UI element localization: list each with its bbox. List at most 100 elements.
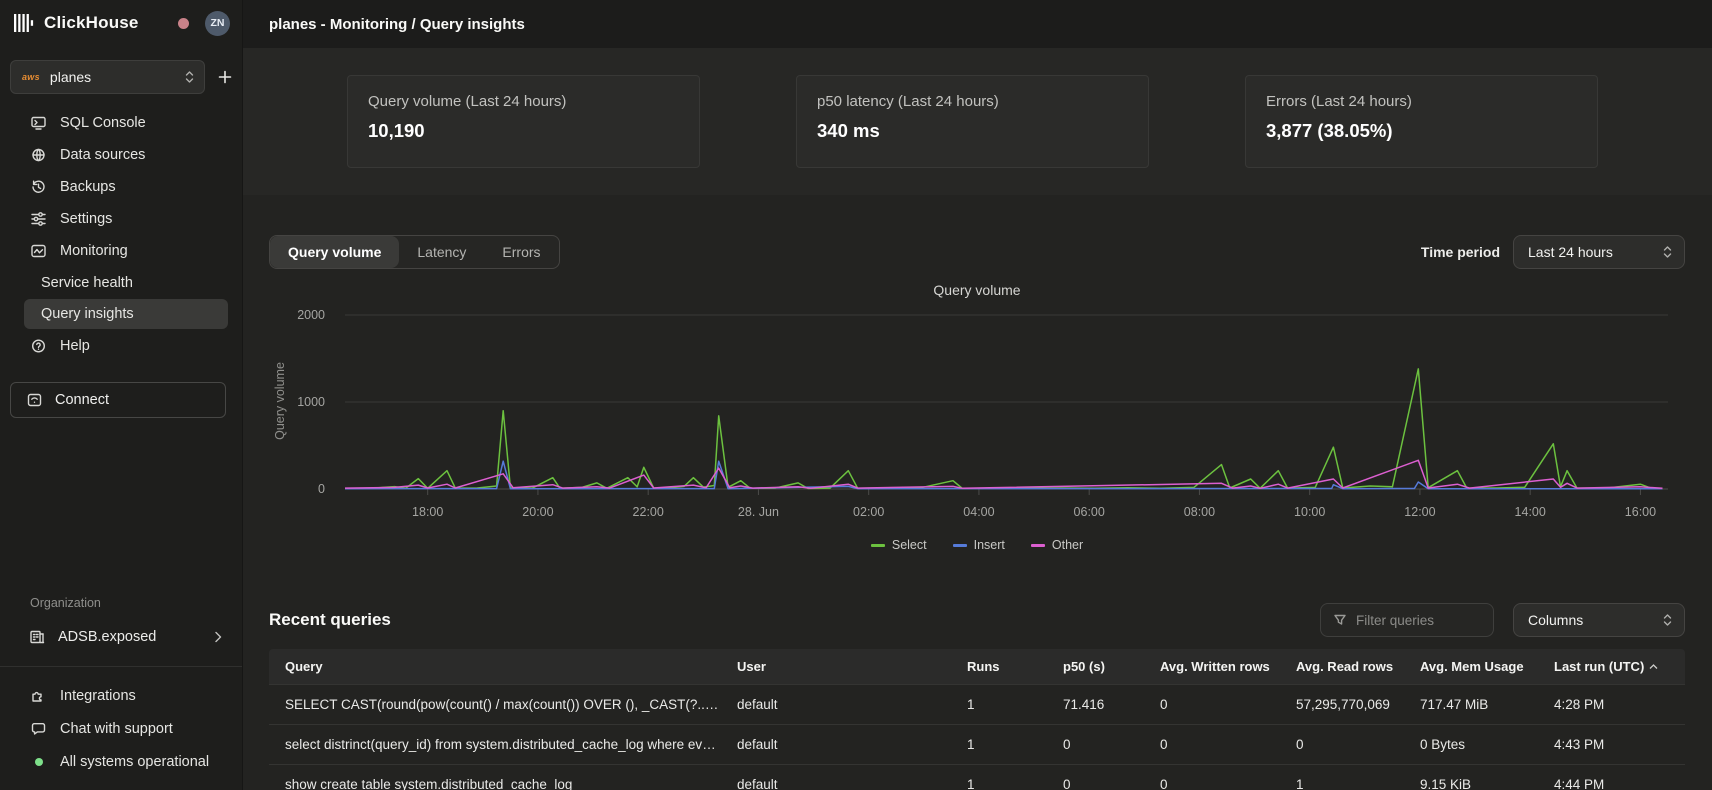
time-period-select[interactable]: Last 24 hours	[1513, 235, 1685, 269]
sidebar-item-sql-console[interactable]: SQL Console	[0, 107, 242, 139]
sidebar-item-label: Help	[60, 338, 90, 354]
column-header-label: Last run (UTC)	[1554, 659, 1644, 674]
system-status[interactable]: All systems operational	[0, 745, 242, 778]
cell-query: show create table system.distributed_cac…	[269, 777, 737, 790]
filter-funnel-icon	[1333, 613, 1347, 627]
add-service-button[interactable]	[218, 66, 232, 88]
legend-swatch	[871, 544, 885, 547]
clickhouse-logo-icon	[14, 14, 35, 32]
x-tick-label: 06:00	[1074, 505, 1105, 519]
y-axis-label: Query volume	[273, 346, 287, 456]
column-header-user[interactable]: User	[737, 659, 967, 674]
sidebar-item-backups[interactable]: Backups	[0, 171, 242, 203]
stat-value: 340 ms	[817, 120, 1128, 142]
column-header-label: Avg. Read rows	[1296, 659, 1393, 674]
brand-row: ClickHouse ZN	[0, 0, 242, 46]
organization-selector[interactable]: ADSB.exposed	[0, 620, 242, 654]
cell-last-run-utc-: 4:44 PM	[1554, 777, 1685, 790]
column-header-avg-read-rows[interactable]: Avg. Read rows	[1296, 659, 1420, 674]
cell-p50-s-: 0	[1063, 777, 1160, 790]
connect-icon	[26, 392, 43, 408]
footer-item-label: Integrations	[60, 688, 136, 704]
x-tick-label: 22:00	[633, 505, 664, 519]
x-tick-label: 14:00	[1515, 505, 1546, 519]
column-header-label: Runs	[967, 659, 1000, 674]
cell-runs: 1	[967, 697, 1063, 712]
stat-label: Query volume (Last 24 hours)	[368, 93, 679, 110]
cell-user: default	[737, 737, 967, 752]
stat-card-errors: Errors (Last 24 hours) 3,877 (38.05%)	[1245, 75, 1598, 168]
sidebar-item-query-insights[interactable]: Query insights	[24, 299, 228, 329]
cell-last-run-utc-: 4:28 PM	[1554, 697, 1685, 712]
help-icon	[30, 338, 47, 354]
x-tick-label: 04:00	[963, 505, 994, 519]
legend-swatch	[953, 544, 967, 547]
sidebar-item-chat-support[interactable]: Chat with support	[0, 712, 242, 745]
footer-item-label: Chat with support	[60, 721, 173, 737]
sidebar-item-settings[interactable]: Settings	[0, 203, 242, 235]
sidebar-item-label: Data sources	[60, 147, 145, 163]
sort-asc-icon	[1649, 664, 1658, 670]
chart-plot-area[interactable]: 01000200018:0020:0022:0028. Jun02:0004:0…	[269, 298, 1685, 530]
time-period-value: Last 24 hours	[1528, 244, 1613, 260]
filter-queries-input[interactable]	[1356, 613, 1476, 628]
columns-select[interactable]: Columns	[1513, 603, 1685, 637]
column-header-avg-written-rows[interactable]: Avg. Written rows	[1160, 659, 1296, 674]
sidebar-item-integrations[interactable]: Integrations	[0, 679, 242, 712]
service-selector[interactable]: aws planes	[10, 60, 205, 94]
x-tick-label: 10:00	[1294, 505, 1325, 519]
sidebar-item-monitoring[interactable]: Monitoring	[0, 235, 242, 267]
settings-sliders-icon	[30, 211, 47, 227]
series-line-select[interactable]	[345, 369, 1663, 489]
stat-label: p50 latency (Last 24 hours)	[817, 93, 1128, 110]
table-row[interactable]: SELECT CAST(round(pow(count() / max(coun…	[269, 684, 1685, 724]
brand-name: ClickHouse	[44, 13, 139, 33]
columns-value: Columns	[1528, 612, 1583, 628]
sidebar-nav: SQL Console Data sources Backups Setting…	[0, 107, 242, 362]
column-header-p50-s-[interactable]: p50 (s)	[1063, 659, 1160, 674]
organization-section-label: Organization	[0, 596, 242, 610]
column-header-query[interactable]: Query	[269, 659, 737, 674]
tab-latency[interactable]: Latency	[399, 236, 484, 268]
recent-queries-title: Recent queries	[269, 610, 391, 630]
tab-errors[interactable]: Errors	[484, 236, 558, 268]
stats-band: Query volume (Last 24 hours) 10,190 p50 …	[243, 48, 1712, 195]
legend-label: Select	[892, 538, 927, 552]
sidebar-item-label: Monitoring	[60, 243, 128, 259]
sidebar-item-help[interactable]: Help	[0, 330, 242, 362]
tab-query-volume[interactable]: Query volume	[270, 236, 399, 268]
legend-item-insert[interactable]: Insert	[953, 538, 1005, 552]
stat-label: Errors (Last 24 hours)	[1266, 93, 1577, 110]
sidebar-item-label: SQL Console	[60, 115, 146, 131]
stat-card-query-volume: Query volume (Last 24 hours) 10,190	[347, 75, 700, 168]
table-row[interactable]: show create table system.distributed_cac…	[269, 764, 1685, 790]
column-header-last-run-utc-[interactable]: Last run (UTC)	[1554, 659, 1685, 674]
avatar[interactable]: ZN	[205, 11, 230, 36]
filter-queries-box[interactable]	[1320, 603, 1494, 637]
legend-item-other[interactable]: Other	[1031, 538, 1083, 552]
cell-last-run-utc-: 4:43 PM	[1554, 737, 1685, 752]
integrations-puzzle-icon	[30, 688, 47, 704]
cell-query: select distrinct(query_id) from system.d…	[269, 737, 737, 752]
legend-item-select[interactable]: Select	[871, 538, 927, 552]
cell-runs: 1	[967, 737, 1063, 752]
column-header-avg-mem-usage[interactable]: Avg. Mem Usage	[1420, 659, 1554, 674]
chevron-updown-icon	[1663, 613, 1672, 627]
sidebar-item-data-sources[interactable]: Data sources	[0, 139, 242, 171]
connect-button[interactable]: Connect	[10, 382, 226, 418]
chevron-right-icon	[214, 631, 222, 643]
cell-avg-read-rows: 57,295,770,069	[1296, 697, 1420, 712]
chat-bubble-icon	[30, 721, 47, 737]
table-row[interactable]: select distrinct(query_id) from system.d…	[269, 724, 1685, 764]
data-sources-icon	[30, 147, 47, 163]
y-tick-label: 0	[318, 482, 325, 496]
column-header-runs[interactable]: Runs	[967, 659, 1063, 674]
sidebar-item-service-health[interactable]: Service health	[24, 268, 228, 298]
x-tick-label: 08:00	[1184, 505, 1215, 519]
sql-console-icon	[30, 115, 47, 131]
stat-value: 10,190	[368, 120, 679, 142]
chart-title: Query volume	[269, 282, 1685, 298]
service-name: planes	[50, 69, 91, 85]
x-tick-label: 18:00	[412, 505, 443, 519]
cell-avg-read-rows: 0	[1296, 737, 1420, 752]
